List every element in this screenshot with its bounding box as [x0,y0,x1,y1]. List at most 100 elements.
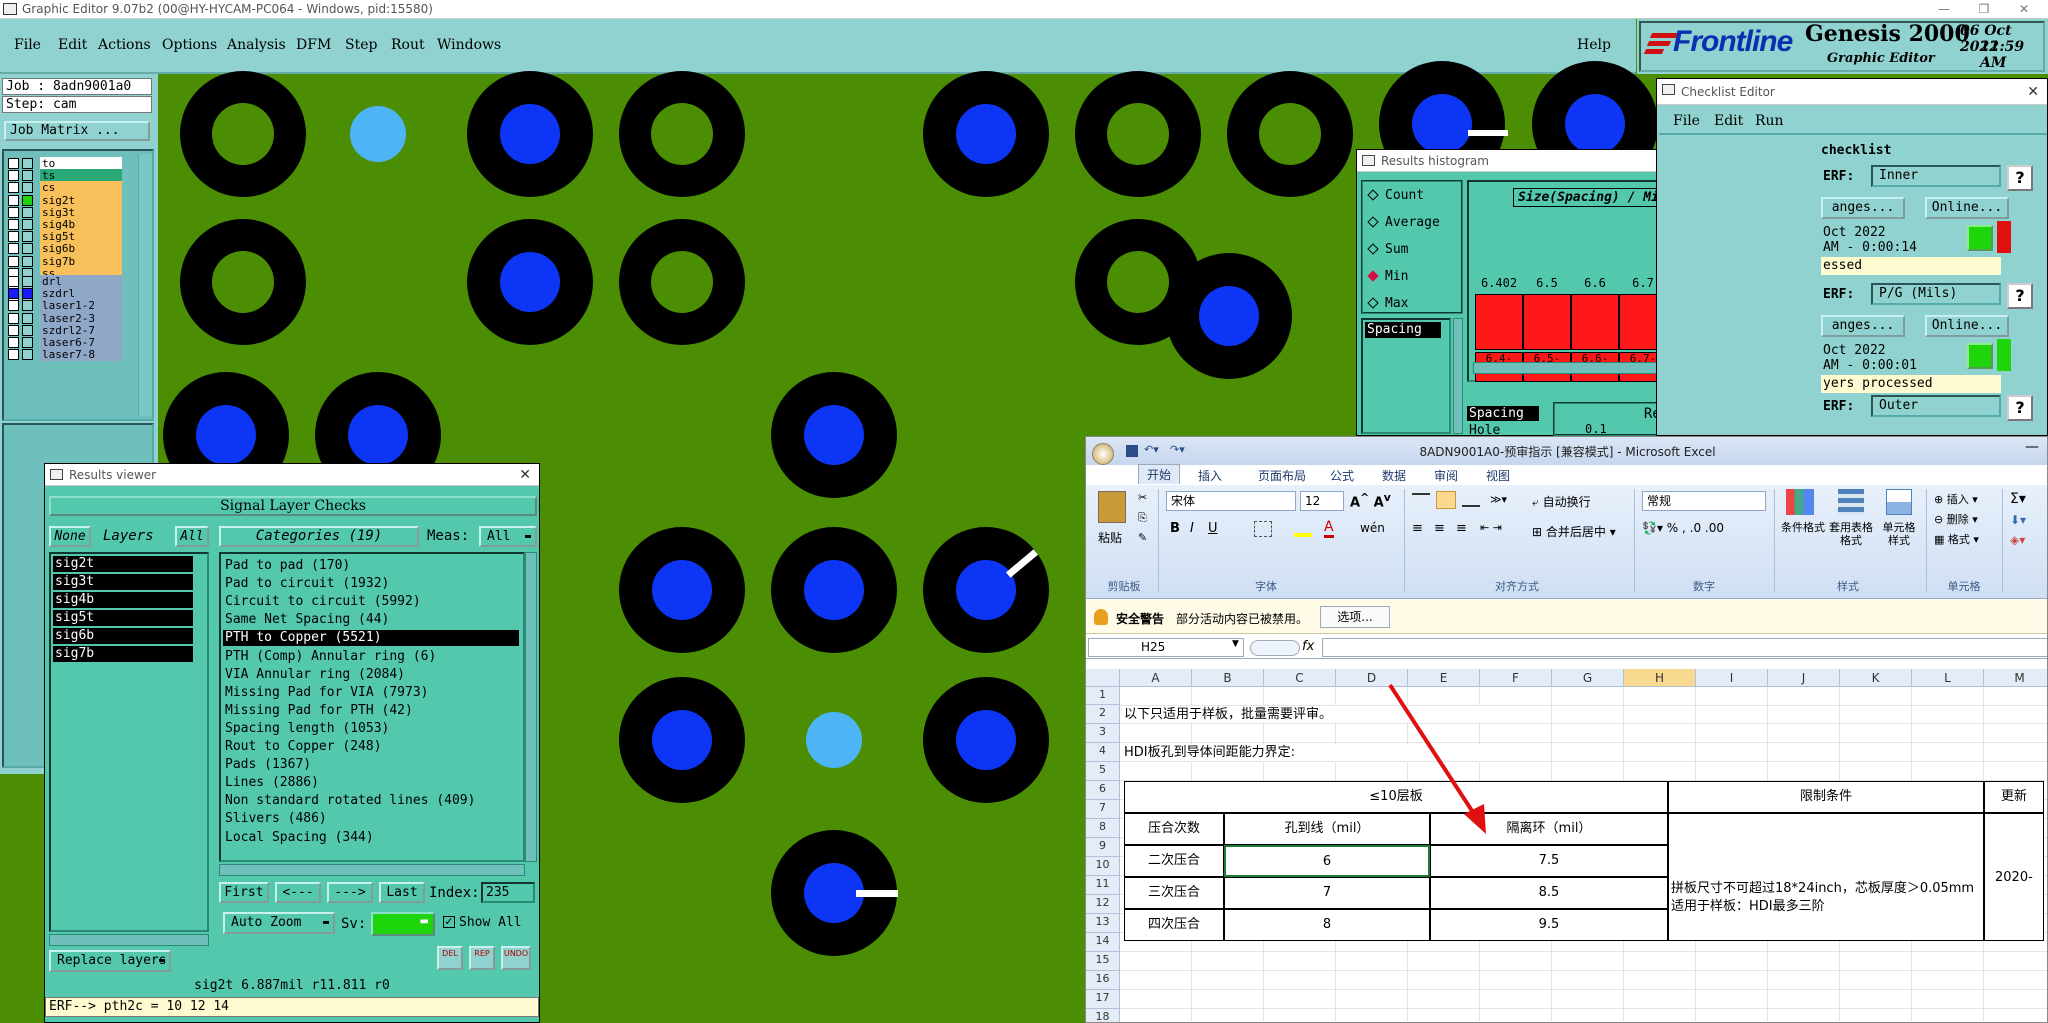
table-cell[interactable]: 8.5 [1430,877,1668,909]
copy-icon[interactable]: ⎘ [1138,511,1147,525]
column-header[interactable]: I [1696,669,1768,687]
row-header[interactable]: 10 [1086,857,1120,876]
histogram-bar[interactable] [1475,294,1523,350]
minimize-button[interactable]: — [1924,0,1964,19]
restore-button[interactable]: ❐ [1964,0,2004,19]
underline-icon[interactable]: U [1208,521,1218,536]
help-icon[interactable]: ? [2007,165,2033,191]
category-item[interactable]: Spacing length (1053) [223,721,519,737]
result-layer-item[interactable]: sig7b [53,646,193,662]
row-header[interactable]: 15 [1086,952,1120,971]
category-item[interactable]: Missing Pad for VIA (7973) [223,685,519,701]
row-header[interactable]: 4 [1086,743,1120,762]
checklist-menu-file[interactable]: File [1673,113,1700,129]
table-col-header[interactable]: 压合次数 [1124,813,1224,845]
layer-name[interactable]: laser7-8 [40,348,122,362]
table-format-icon[interactable] [1838,489,1864,515]
limit-conditions-cell[interactable]: 拼板尺寸不可超过18*24inch，芯板厚度＞0.05mm 适用于样板：HDI最… [1668,813,1984,941]
layer-checkbox[interactable] [8,349,19,361]
close-icon[interactable]: ✕ [2027,79,2039,105]
result-layer-item[interactable]: sig3t [53,574,193,590]
magnifier-icon[interactable] [1967,343,1993,369]
delete-icon[interactable]: DEL [437,946,463,970]
undo-icon[interactable]: UNDO [501,946,531,970]
all-layers-button[interactable]: All [175,526,209,547]
menu-edit[interactable]: Edit [58,37,87,53]
paste-icon[interactable] [1098,491,1126,523]
histogram-option[interactable]: Min [1367,269,1408,287]
close-button[interactable]: ✕ [2004,0,2044,19]
format-cells-button[interactable]: ▦ 格式 ▾ [1934,531,1979,547]
last-button[interactable]: Last [379,882,425,903]
table-format-label[interactable]: 套用表格格式 [1826,521,1876,547]
border-icon[interactable] [1254,521,1272,537]
excel-tab[interactable]: 页面布局 [1258,467,1306,484]
formula-buttons[interactable] [1250,640,1300,656]
fill-icon[interactable]: ⬇▾ [2010,513,2026,527]
name-box[interactable]: H25 [1088,638,1244,657]
menu-file[interactable]: File [14,37,41,53]
format-painter-icon[interactable]: ✎ [1138,531,1147,544]
category-item[interactable]: Missing Pad for PTH (42) [223,703,519,719]
row-header[interactable]: 6 [1086,781,1120,800]
select-all-corner[interactable] [1086,669,1120,687]
menu-dfm[interactable]: DFM [296,37,331,53]
close-icon[interactable]: ✕ [519,464,531,486]
column-header[interactable]: K [1840,669,1912,687]
help-icon[interactable]: ? [2007,283,2033,309]
phonetic-icon[interactable]: wén [1360,521,1385,535]
histogram-option[interactable]: Max [1367,296,1408,314]
histogram-bar[interactable] [1523,294,1571,350]
table-cell[interactable]: 二次压合 [1124,845,1224,877]
category-item[interactable]: Circuit to circuit (5992) [223,594,519,610]
excel-tab[interactable]: 视图 [1486,467,1510,484]
histogram-bar[interactable] [1571,294,1619,350]
layer-affected-checkbox[interactable] [22,349,33,361]
grow-font-icon[interactable]: A^ Av [1350,491,1391,510]
sum-icon[interactable]: Σ▾ [2010,491,2026,507]
category-item[interactable]: PTH (Comp) Annular ring (6) [223,649,519,665]
category-item[interactable]: Same Net Spacing (44) [223,612,519,628]
next-button[interactable]: ---> [327,882,373,903]
categories-hscrollbar[interactable] [219,864,525,876]
row-header[interactable]: 7 [1086,800,1120,819]
changes-button[interactable]: anges... [1821,315,1905,337]
column-header[interactable]: G [1552,669,1624,687]
table-cell[interactable]: 7.5 [1430,845,1668,877]
chevron-down-icon[interactable]: ▼ [1232,639,1239,649]
table-cell[interactable]: 8 [1224,909,1430,941]
row-header[interactable]: 2 [1086,705,1120,724]
job-matrix-button[interactable]: Job Matrix ... [4,121,150,141]
row-header[interactable]: 12 [1086,895,1120,914]
formula-input[interactable] [1322,638,2047,657]
cell-style-icon[interactable] [1886,489,1912,515]
cut-icon[interactable]: ✂ [1138,491,1147,504]
security-options-button[interactable]: 选项... [1320,606,1390,628]
table-cell[interactable]: 9.5 [1430,909,1668,941]
number-format-dropdown[interactable]: 常规 [1642,491,1766,511]
resolution-value[interactable]: 0.1 [1585,422,1607,436]
category-item[interactable]: Pad to circuit (1932) [223,576,519,592]
categories-button[interactable]: Categories (19) [219,526,419,547]
histogram-option[interactable]: Sum [1367,242,1408,260]
meas-dropdown[interactable]: All ▬ [479,526,537,547]
violation-marker[interactable] [1468,130,1508,136]
conditional-format-label[interactable]: 条件格式 [1778,521,1828,534]
result-layer-item[interactable]: sig2t [53,556,193,572]
category-item[interactable]: Non standard rotated lines (409) [223,793,519,809]
auto-zoom-dropdown[interactable]: Auto Zoom ▬ [223,912,335,934]
checklist-menu-run[interactable]: Run [1755,113,1784,129]
update-date-cell[interactable]: 2020- [1984,813,2044,941]
excel-tab[interactable]: 审阅 [1434,467,1458,484]
row-header[interactable]: 9 [1086,838,1120,857]
layers-hscrollbar[interactable] [49,934,209,946]
command-line[interactable]: ERF--> pth2c = 10 12 14 [45,997,539,1017]
table-cell[interactable]: 三次压合 [1124,877,1224,909]
sv-color-dropdown[interactable]: ▬ [371,912,435,936]
row-header[interactable]: 18 [1086,1009,1120,1022]
prev-button[interactable]: <--- [275,882,321,903]
cell-style-label[interactable]: 单元格样式 [1878,521,1920,547]
row-header[interactable]: 3 [1086,724,1120,743]
menu-options[interactable]: Options [162,37,217,53]
excel-minimize-button[interactable]: — [2025,439,2039,455]
